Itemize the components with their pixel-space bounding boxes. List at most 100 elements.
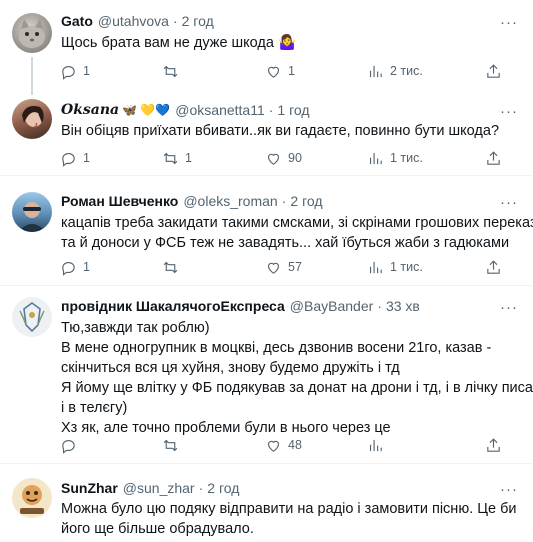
heart-icon	[267, 262, 280, 274]
display-name[interactable]: Gato	[61, 13, 93, 29]
avatar[interactable]	[12, 478, 52, 518]
share-icon	[487, 150, 500, 165]
like-count: 48	[288, 438, 302, 452]
avatar[interactable]	[12, 297, 52, 337]
person-avatar-image	[22, 106, 44, 128]
reply-icon	[62, 261, 75, 276]
timestamp[interactable]: 2 год	[290, 193, 322, 209]
retweet-icon	[163, 152, 178, 164]
retweet-count: 1	[185, 151, 192, 165]
tweet-text: Можна було цю подяку відправити на радіо…	[61, 499, 523, 539]
retweet-button[interactable]	[162, 255, 185, 279]
view-count: 1 тис.	[390, 260, 423, 274]
tweet-roman[interactable]: Роман Шевченко @oleks_roman · 2 год ··· …	[0, 176, 533, 286]
display-name[interactable]: 𝑶𝒌𝒔𝒂𝒏𝒂	[61, 102, 119, 118]
more-options-icon[interactable]: ···	[497, 10, 521, 34]
timestamp[interactable]: 33 хв	[386, 298, 420, 314]
tweet-text: Щось брата вам не дуже шкода 🤷‍♀️	[61, 33, 523, 53]
tweet-text-line: Щось брата вам не дуже шкода 🤷‍♀️	[61, 35, 297, 51]
retweet-button[interactable]	[162, 433, 185, 457]
display-name[interactable]: провідник ШакалячогоЕкспреса	[61, 298, 285, 314]
tweet-text-line: та й доноси у ФСБ теж не завадять... хай…	[61, 235, 510, 251]
tweet-header: Gato @utahvova · 2 год	[61, 11, 501, 31]
separator-dot: ·	[281, 193, 287, 209]
tweet-text: кацапів треба закидати такими смсками, з…	[61, 213, 533, 253]
share-icon	[487, 259, 500, 274]
like-button[interactable]: 57	[265, 255, 302, 279]
share-icon	[487, 437, 500, 452]
tweet-gato[interactable]: Gato @utahvova · 2 год ··· Щось брата ва…	[0, 0, 533, 95]
reply-count: 1	[83, 151, 90, 165]
tweet-header: SunZhar @sun_zhar · 2 год	[61, 478, 501, 498]
retweet-icon	[163, 261, 178, 273]
tweet-actions: 1 57 1 тис.	[52, 255, 512, 279]
tweet-oksana[interactable]: 𝑶𝒌𝒔𝒂𝒏𝒂 🦋 💛💙 @oksanetta11 · 1 год ··· Він…	[0, 87, 533, 176]
tweet-text: Тю,завжди так роблю) В мене одногрупник …	[61, 318, 533, 438]
reply-button[interactable]: 1	[60, 146, 90, 170]
user-handle[interactable]: @BayBander	[290, 298, 373, 314]
user-handle[interactable]: @oksanetta11	[175, 102, 264, 118]
views-button[interactable]: 1 тис.	[367, 255, 423, 279]
views-button[interactable]	[367, 433, 390, 457]
tweet-sunzhar[interactable]: SunZhar @sun_zhar · 2 год ··· Можна було…	[0, 464, 533, 542]
tweet-header: Роман Шевченко @oleks_roman · 2 год	[61, 191, 501, 211]
analytics-icon	[369, 439, 382, 451]
user-handle[interactable]: @utahvova	[98, 13, 169, 29]
user-handle[interactable]: @sun_zhar	[123, 480, 195, 496]
share-icon	[487, 63, 500, 78]
cat-avatar-image	[19, 19, 45, 48]
share-button[interactable]	[485, 146, 502, 170]
views-button[interactable]: 2 тис.	[367, 59, 423, 83]
tweet-baybander[interactable]: провідник ШакалячогоЕкспреса @BayBander …	[0, 286, 533, 464]
tweet-text: Він обіцяв приїхати вбивати..як ви гадає…	[61, 121, 523, 141]
reply-button[interactable]: 1	[60, 59, 90, 83]
more-options-icon[interactable]: ···	[497, 190, 521, 214]
display-name[interactable]: Роман Шевченко	[61, 193, 178, 209]
more-options-icon[interactable]: ···	[497, 295, 521, 319]
tweet-text-line: і в телєгу)	[61, 400, 128, 416]
tweet-text-line: Я йому ще влітку у ФБ подякував за донат…	[61, 380, 533, 396]
timestamp[interactable]: 1 год	[277, 102, 309, 118]
tweet-text-line: його ще більше обрадувало.	[61, 521, 254, 537]
reply-icon	[62, 152, 75, 167]
view-count: 2 тис.	[390, 64, 423, 78]
like-button[interactable]: 90	[265, 146, 302, 170]
retweet-icon	[163, 439, 178, 451]
reply-button[interactable]	[60, 433, 83, 457]
reply-count: 1	[83, 64, 90, 78]
tweet-header: провідник ШакалячогоЕкспреса @BayBander …	[61, 296, 501, 316]
tweet-actions: 1 1 90 1 тис.	[52, 146, 512, 170]
avatar[interactable]	[12, 13, 52, 53]
display-name[interactable]: SunZhar	[61, 480, 118, 496]
tweet-actions: 48	[52, 433, 512, 457]
avatar[interactable]	[12, 99, 52, 139]
user-handle[interactable]: @oleks_roman	[183, 193, 277, 209]
tweet-text-line: Він обіцяв приїхати вбивати..як ви гадає…	[61, 123, 500, 139]
like-button[interactable]: 48	[265, 433, 302, 457]
share-button[interactable]	[485, 433, 502, 457]
share-button[interactable]	[485, 59, 502, 83]
timestamp[interactable]: 2 год	[207, 480, 239, 496]
display-name-emoji: 🦋 💛💙	[122, 103, 171, 117]
retweet-button[interactable]	[162, 59, 185, 83]
separator-dot: ·	[377, 298, 382, 314]
more-options-icon[interactable]: ···	[497, 99, 521, 123]
analytics-icon	[369, 65, 382, 77]
like-count: 57	[288, 260, 302, 274]
reply-button[interactable]: 1	[60, 255, 90, 279]
more-options-icon[interactable]: ···	[497, 477, 521, 501]
retweet-button[interactable]: 1	[162, 146, 192, 170]
share-button[interactable]	[485, 255, 502, 279]
heart-icon	[267, 66, 280, 78]
tweet-header: 𝑶𝒌𝒔𝒂𝒏𝒂 🦋 💛💙 @oksanetta11 · 1 год	[61, 100, 501, 120]
tweet-text-line: скінчиться вся ця хуйня, знову будемо др…	[61, 360, 400, 376]
views-button[interactable]: 1 тис.	[367, 146, 423, 170]
timestamp[interactable]: 2 год	[182, 13, 214, 29]
avatar[interactable]	[12, 192, 52, 232]
separator-dot: ·	[198, 480, 204, 496]
like-button[interactable]: 1	[265, 59, 295, 83]
heart-icon	[267, 153, 280, 165]
reply-count: 1	[83, 260, 90, 274]
like-count: 90	[288, 151, 302, 165]
tweet-text-line: В мене одногрупник в моцкві, десь дзвони…	[61, 340, 492, 356]
